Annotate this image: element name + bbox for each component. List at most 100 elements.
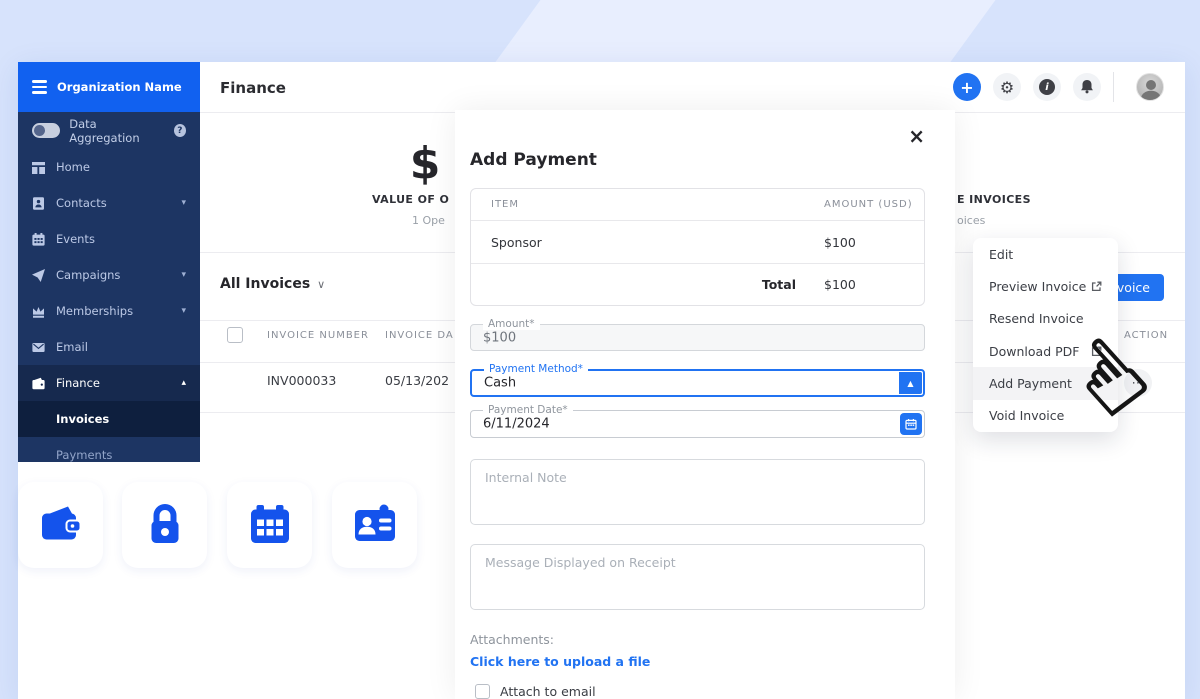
amount-label: Amount* (483, 318, 540, 330)
page-title: Finance (220, 79, 286, 97)
item-amount: $100 (824, 234, 856, 250)
overdue-invoices-subtitle: oices (957, 214, 986, 227)
info-icon[interactable]: i (1033, 73, 1061, 101)
receipt-message-textarea[interactable]: Message Displayed on Receipt (470, 544, 925, 610)
calendar-picker-button[interactable] (900, 413, 922, 435)
chevron-down-icon: ∨ (317, 278, 326, 291)
payment-date-field[interactable]: Payment Date* 6/11/2024 (470, 404, 925, 438)
shortcut-card-security[interactable] (122, 482, 207, 568)
column-action: ACTION (1124, 330, 1169, 341)
row-actions-button[interactable]: ⋯ (1124, 369, 1152, 397)
amount-value: $100 (483, 330, 517, 345)
items-table-total-row: Total $100 (471, 264, 924, 305)
contacts-icon (33, 196, 44, 210)
dropdown-collapse-button[interactable]: ▲ (899, 372, 922, 394)
sidebar-item-campaigns[interactable]: Campaigns ▾ (18, 257, 200, 293)
select-all-checkbox[interactable] (227, 327, 243, 343)
upload-file-link[interactable]: Click here to upload a file (470, 654, 650, 669)
payment-date-value: 6/11/2024 (483, 416, 550, 432)
sidebar-header: Organization Name (18, 62, 200, 112)
internal-note-textarea[interactable]: Internal Note (470, 459, 925, 525)
close-icon[interactable]: × (908, 126, 925, 146)
items-table-row: Sponsor $100 (471, 221, 924, 264)
gear-icon[interactable]: ⚙ (993, 73, 1021, 101)
payment-method-value: Cash (484, 375, 517, 391)
total-label: Total (761, 277, 796, 292)
attachments-label: Attachments: (470, 632, 555, 647)
total-amount: $100 (824, 277, 856, 292)
sidebar-item-finance[interactable]: Finance ▴ (18, 365, 200, 401)
sidebar-item-contacts[interactable]: Contacts ▾ (18, 185, 200, 221)
home-icon (32, 161, 45, 174)
sidebar-item-label: Contacts (56, 196, 107, 210)
sidebar-subitem-payments[interactable]: Payments (18, 437, 200, 462)
shortcut-card-membership[interactable] (332, 482, 417, 568)
payment-date-label: Payment Date* (483, 404, 573, 416)
chevron-down-icon: ▾ (181, 306, 186, 316)
chevron-down-icon: ▾ (181, 270, 186, 280)
sidebar-item-label: Events (56, 232, 95, 246)
col-item: ITEM (491, 199, 520, 210)
sidebar-item-label: Memberships (56, 304, 134, 318)
sidebar-item-events[interactable]: Events (18, 221, 200, 257)
receipt-message-placeholder: Message Displayed on Receipt (485, 555, 676, 570)
sidebar-item-label: Email (56, 340, 88, 354)
invoice-filter-dropdown[interactable]: All Invoices ∨ (220, 276, 325, 292)
item-name: Sponsor (491, 234, 542, 250)
help-icon[interactable]: ? (173, 124, 186, 137)
data-aggregation-label: Data Aggregation (69, 116, 140, 145)
lock-icon (151, 504, 178, 543)
sidebar-item-email[interactable]: Email (18, 329, 200, 365)
chevron-up-icon: ▴ (181, 378, 186, 388)
envelope-icon (32, 342, 45, 352)
menu-item-void-invoice[interactable]: Void Invoice (973, 400, 1118, 432)
paper-plane-icon (32, 268, 45, 282)
menu-item-add-payment[interactable]: Add Payment (973, 367, 1118, 400)
menu-item-preview-invoice[interactable]: Preview Invoice (973, 270, 1118, 302)
shortcut-card-events[interactable] (227, 482, 312, 568)
menu-item-edit[interactable]: Edit (973, 238, 1118, 270)
avatar[interactable] (1136, 73, 1164, 101)
payment-items-table: ITEM AMOUNT (USD) Sponsor $100 Total $10… (470, 188, 925, 306)
crown-icon (33, 306, 44, 318)
menu-item-download-pdf[interactable]: Download PDF (973, 335, 1118, 367)
payment-method-field[interactable]: Payment Method* Cash ▲ (470, 363, 925, 397)
internal-note-placeholder: Internal Note (485, 470, 567, 485)
calendar-icon (250, 505, 289, 543)
external-link-icon (1091, 346, 1102, 357)
add-payment-modal: × Add Payment ITEM AMOUNT (USD) Sponsor … (455, 110, 955, 699)
items-table-header: ITEM AMOUNT (USD) (471, 189, 924, 221)
attach-to-email-checkbox[interactable] (475, 684, 490, 699)
payment-method-label: Payment Method* (484, 363, 588, 375)
menu-item-resend-invoice[interactable]: Resend Invoice (973, 303, 1118, 335)
calendar-icon (905, 419, 917, 430)
screenshot-root: Organization Name Data Aggregation ? Hom… (0, 0, 1200, 699)
id-card-icon (354, 504, 395, 541)
sidebar-item-home[interactable]: Home (18, 149, 200, 185)
sidebar-subitem-invoices[interactable]: Invoices (18, 401, 200, 437)
data-aggregation-toggle[interactable] (32, 123, 61, 138)
column-invoice-date: INVOICE DA (385, 330, 454, 341)
invoice-row-date: 05/13/202 (385, 373, 450, 388)
invoice-row-number[interactable]: INV000033 (267, 373, 336, 388)
shortcut-card-wallet[interactable] (18, 482, 103, 568)
modal-title: Add Payment (470, 150, 597, 170)
open-invoices-title: VALUE OF O (372, 193, 450, 206)
amount-field: Amount* $100 (470, 318, 925, 351)
open-invoices-currency: $ (409, 138, 441, 189)
data-aggregation-row: Data Aggregation ? (18, 112, 200, 149)
external-link-icon (1091, 281, 1102, 292)
sidebar-item-label: Campaigns (56, 268, 121, 282)
hamburger-menu-icon[interactable] (32, 80, 47, 94)
add-button[interactable]: + (953, 73, 981, 101)
chevron-down-icon: ▾ (181, 198, 186, 208)
header-vertical-divider (1113, 72, 1114, 102)
overdue-invoices-title: E INVOICES (957, 193, 1031, 206)
attach-to-email-label: Attach to email (500, 684, 596, 699)
sidebar-item-label: Home (56, 160, 90, 174)
wallet-icon (41, 506, 81, 540)
org-name: Organization Name (57, 80, 182, 94)
bell-icon[interactable] (1073, 73, 1101, 101)
sidebar-item-memberships[interactable]: Memberships ▾ (18, 293, 200, 329)
open-invoices-subtitle: 1 Ope (412, 214, 445, 227)
